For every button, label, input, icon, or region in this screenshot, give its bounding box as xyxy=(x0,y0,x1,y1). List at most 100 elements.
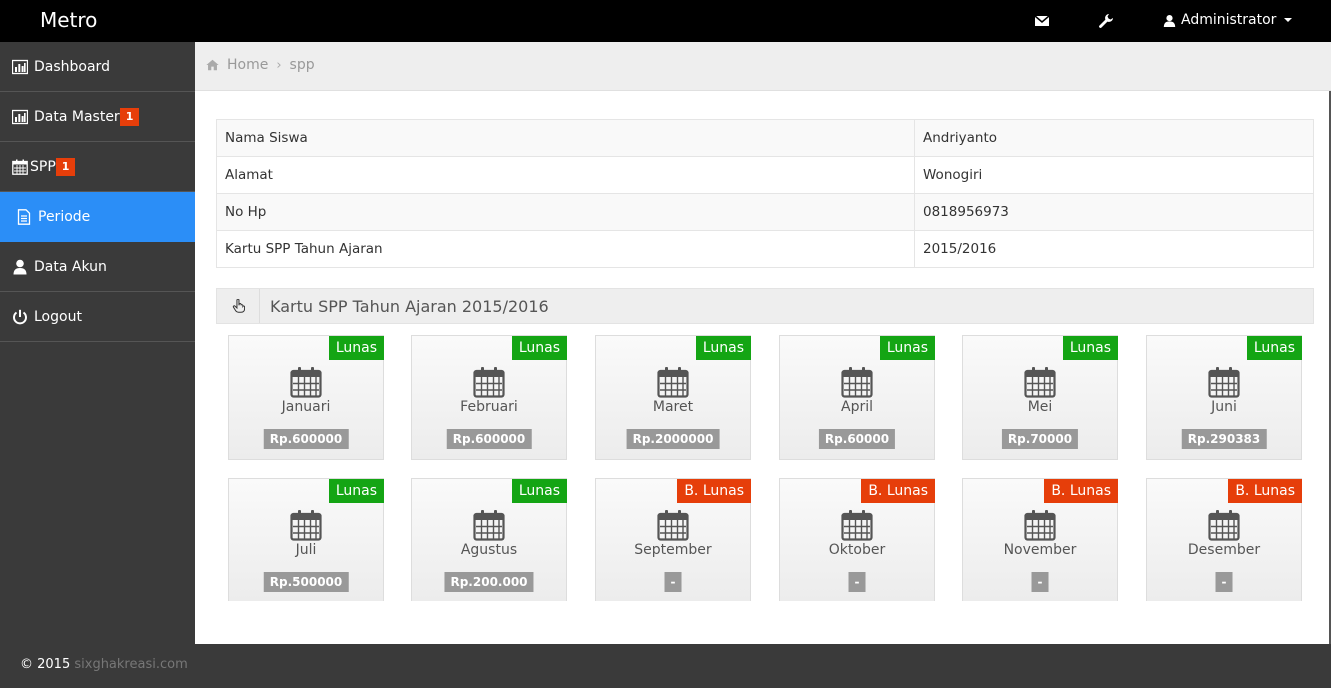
payment-amount: - xyxy=(1215,572,1233,592)
breadcrumb-bar: Home › spp xyxy=(195,42,1331,91)
calendar-icon xyxy=(1208,509,1240,541)
payment-status-badge: Lunas xyxy=(511,479,567,503)
file-icon xyxy=(17,208,31,225)
month-card[interactable]: Lunas Juni Rp.290383 xyxy=(1146,335,1302,460)
app-brand[interactable]: Metro xyxy=(40,8,97,32)
month-card[interactable]: Lunas Mei Rp.70000 xyxy=(962,335,1118,460)
payment-amount: Rp.500000 xyxy=(263,572,349,592)
user-name: Administrator xyxy=(1181,12,1277,28)
month-card-grid: Lunas Januari Rp.600000 Lunas Februari Rp.600… xyxy=(216,324,1314,601)
info-label: Nama Siswa xyxy=(216,119,915,157)
power-icon xyxy=(13,309,27,324)
main-content: Nama Siswa Andriyanto Alamat Wonogiri No… xyxy=(195,91,1331,644)
info-label: Kartu SPP Tahun Ajaran xyxy=(216,230,915,268)
calendar-icon xyxy=(657,509,689,541)
sidebar-item-label: Periode xyxy=(38,208,91,225)
month-name: April xyxy=(841,399,873,415)
month-card[interactable]: Lunas Agustus Rp.200.000 xyxy=(411,478,567,601)
payment-amount: Rp.200.000 xyxy=(444,572,534,592)
footer-link[interactable]: sixghakreasi.com xyxy=(74,657,187,672)
payment-amount: Rp.600000 xyxy=(263,429,349,449)
month-name: Agustus xyxy=(460,542,518,558)
table-row: Alamat Wonogiri xyxy=(216,156,1314,194)
breadcrumb-current: spp xyxy=(289,57,315,73)
notification-badge: 1 xyxy=(55,157,76,176)
user-menu[interactable]: Administrator xyxy=(1163,12,1293,28)
month-card[interactable]: Lunas Februari Rp.600000 xyxy=(411,335,567,460)
sidebar-item-dashboard[interactable]: Dashboard xyxy=(0,42,195,92)
month-card[interactable]: B. Lunas Desember - xyxy=(1146,478,1302,601)
sidebar-item-label: SPP xyxy=(30,158,56,175)
sidebar-item-label: Data Akun xyxy=(34,258,107,275)
calendar-icon xyxy=(290,366,322,398)
payment-status-badge: Lunas xyxy=(879,336,935,360)
student-info-table: Nama Siswa Andriyanto Alamat Wonogiri No… xyxy=(216,119,1314,268)
calendar-icon xyxy=(1024,366,1056,398)
payment-status-badge: B. Lunas xyxy=(861,479,935,503)
sidebar-item-periode[interactable]: Periode xyxy=(0,192,195,242)
caret-down-icon xyxy=(1284,18,1293,22)
month-name: Juli xyxy=(295,542,317,558)
payment-status-badge: Lunas xyxy=(695,336,751,360)
calendar-icon xyxy=(1024,509,1056,541)
month-name: November xyxy=(1003,542,1077,558)
payment-amount: - xyxy=(848,572,866,592)
month-card[interactable]: Lunas Maret Rp.2000000 xyxy=(595,335,751,460)
wrench-icon[interactable] xyxy=(1098,13,1114,29)
month-card[interactable]: Lunas April Rp.60000 xyxy=(779,335,935,460)
month-name: Oktober xyxy=(828,542,886,558)
payment-status-badge: B. Lunas xyxy=(1228,479,1302,503)
info-value: 2015/2016 xyxy=(914,230,1314,268)
month-card[interactable]: B. Lunas Oktober - xyxy=(779,478,935,601)
sidebar-item-data-master[interactable]: Data Master 1 xyxy=(0,92,195,142)
month-card[interactable]: Lunas Januari Rp.600000 xyxy=(228,335,384,460)
sidebar-item-logout[interactable]: Logout xyxy=(0,292,195,342)
breadcrumb-separator: › xyxy=(276,57,282,73)
info-value: 0818956973 xyxy=(914,193,1314,231)
breadcrumb: Home › spp xyxy=(206,57,315,73)
user-icon xyxy=(13,259,27,274)
info-value: Andriyanto xyxy=(914,119,1314,157)
sidebar-item-spp[interactable]: SPP 1 xyxy=(0,142,195,192)
sidebar-item-label: Dashboard xyxy=(34,58,110,75)
table-row: Nama Siswa Andriyanto xyxy=(216,119,1314,157)
top-navbar: Metro Administrator xyxy=(0,0,1331,42)
payment-status-badge: Lunas xyxy=(1246,336,1302,360)
sidebar: Dashboard Data Master 1 SPP 1 Periode Da… xyxy=(0,42,195,644)
payment-status-badge: B. Lunas xyxy=(677,479,751,503)
sidebar-item-label: Logout xyxy=(34,308,82,325)
calendar-icon xyxy=(473,366,505,398)
spp-card-panel-header: Kartu SPP Tahun Ajaran 2015/2016 xyxy=(216,288,1314,324)
payment-amount: Rp.70000 xyxy=(1001,429,1079,449)
footer: © 2015 sixghakreasi.com xyxy=(0,644,1331,688)
calendar-icon xyxy=(290,509,322,541)
payment-status-badge: B. Lunas xyxy=(1044,479,1118,503)
copyright: © 2015 xyxy=(20,657,71,672)
month-card[interactable]: B. Lunas September - xyxy=(595,478,751,601)
home-icon xyxy=(206,59,219,71)
month-card[interactable]: B. Lunas November - xyxy=(962,478,1118,601)
info-label: Alamat xyxy=(216,156,915,194)
payment-status-badge: Lunas xyxy=(1062,336,1118,360)
notification-badge: 1 xyxy=(119,107,140,126)
payment-amount: - xyxy=(664,572,682,592)
payment-status-badge: Lunas xyxy=(328,336,384,360)
calendar-icon xyxy=(841,509,873,541)
calendar-icon xyxy=(841,366,873,398)
breadcrumb-home[interactable]: Home xyxy=(227,57,268,73)
bar-chart-icon xyxy=(12,59,28,74)
envelope-icon[interactable] xyxy=(1034,13,1050,29)
month-name: Mei xyxy=(1027,399,1053,415)
payment-amount: Rp.60000 xyxy=(818,429,896,449)
payment-status-badge: Lunas xyxy=(328,479,384,503)
panel-icon-box xyxy=(217,289,260,323)
calendar-icon xyxy=(473,509,505,541)
sidebar-item-data-akun[interactable]: Data Akun xyxy=(0,242,195,292)
footer-text: © 2015 sixghakreasi.com xyxy=(20,657,188,672)
month-name: Juni xyxy=(1211,399,1237,415)
payment-amount: Rp.290383 xyxy=(1181,429,1267,449)
month-card[interactable]: Lunas Juli Rp.500000 xyxy=(228,478,384,601)
info-value: Wonogiri xyxy=(914,156,1314,194)
month-name: Maret xyxy=(652,399,694,415)
calendar-icon xyxy=(657,366,689,398)
